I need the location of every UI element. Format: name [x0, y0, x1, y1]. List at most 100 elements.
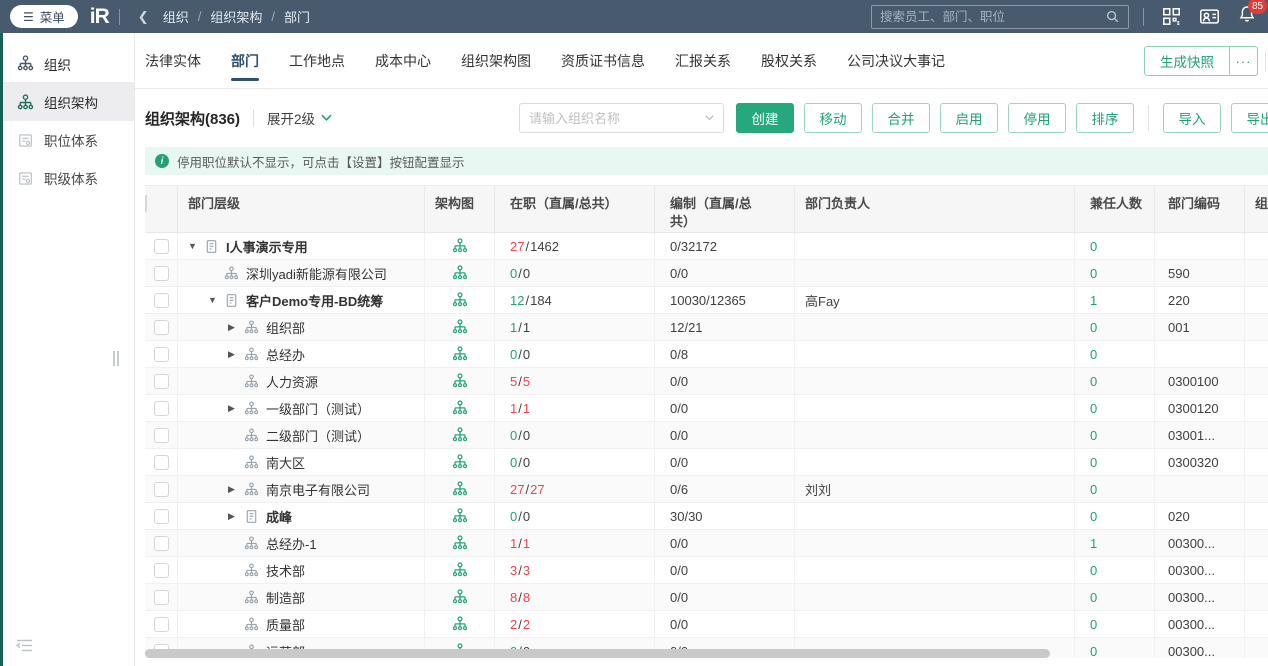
org-chart-icon[interactable] — [452, 481, 468, 497]
row-checkbox[interactable] — [153, 508, 169, 524]
row-checkbox[interactable] — [153, 346, 169, 362]
tab-label: 成本中心 — [375, 52, 431, 69]
breadcrumb: 组织 / 组织架构 / 部门 / — [163, 7, 310, 26]
row-checkbox[interactable] — [153, 481, 169, 497]
department-name[interactable]: 制造部 — [266, 588, 305, 607]
department-name[interactable]: 总经办-1 — [266, 534, 317, 553]
org-chart-icon[interactable] — [452, 562, 468, 578]
department-name[interactable]: 客户Demo专用-BD统筹 — [246, 291, 383, 310]
department-name[interactable]: 人力资源 — [266, 372, 318, 391]
tab-bar: 法律实体 部门 工作地点 成本中心 组织架构图 资质证书信息 汇报关系 股权关系… — [135, 33, 1268, 89]
tab[interactable]: 成本中心 — [375, 33, 431, 88]
expand-arrow-icon[interactable] — [188, 241, 204, 251]
global-search[interactable] — [871, 4, 1129, 29]
breadcrumb-item[interactable]: 组织 — [163, 7, 189, 26]
row-checkbox[interactable] — [153, 400, 169, 416]
tab[interactable]: 工作地点 — [289, 33, 345, 88]
row-checkbox[interactable] — [153, 292, 169, 308]
expand-arrow-icon[interactable] — [208, 295, 224, 305]
sidebar-resize-handle[interactable] — [113, 351, 120, 366]
toolbar-action-button[interactable]: 合并 — [872, 103, 930, 133]
row-checkbox[interactable] — [153, 319, 169, 335]
row-checkbox[interactable] — [153, 616, 169, 632]
row-checkbox[interactable] — [153, 454, 169, 470]
expand-arrow-icon[interactable] — [228, 322, 244, 333]
org-chart-icon[interactable] — [452, 535, 468, 551]
department-name[interactable]: 组织部 — [266, 318, 305, 337]
org-chart-icon[interactable] — [452, 454, 468, 470]
row-checkbox[interactable] — [153, 427, 169, 443]
generate-snapshot-button[interactable]: 生成快照 — [1145, 47, 1229, 75]
org-chart-icon[interactable] — [452, 292, 468, 308]
horizontal-scrollbar-thumb[interactable] — [145, 649, 1050, 658]
tab[interactable]: 公司决议大事记 — [847, 33, 945, 88]
global-search-input[interactable] — [880, 9, 1105, 24]
sidebar-collapse-icon[interactable] — [15, 639, 33, 657]
department-name[interactable]: 南京电子有限公司 — [266, 480, 370, 499]
row-checkbox[interactable] — [153, 373, 169, 389]
department-name[interactable]: 质量部 — [266, 615, 305, 634]
column-header: 编制（直属/总共） — [655, 186, 795, 232]
row-checkbox[interactable] — [153, 265, 169, 281]
import-export-button[interactable]: 导出 — [1231, 103, 1268, 133]
expand-arrow-icon[interactable] — [228, 484, 244, 495]
menu-button[interactable]: ☰ 菜单 — [10, 5, 78, 28]
org-chart-icon[interactable] — [452, 319, 468, 335]
row-checkbox[interactable] — [153, 535, 169, 551]
headcount-cell: 12/21 — [655, 314, 795, 340]
department-name[interactable]: 二级部门（测试） — [266, 426, 370, 445]
org-chart-icon[interactable] — [452, 589, 468, 605]
tab[interactable]: 股权关系 — [761, 33, 817, 88]
create-button[interactable]: 创建 — [736, 103, 794, 133]
department-name[interactable]: I人事演示专用 — [226, 237, 308, 256]
org-chart-icon[interactable] — [452, 400, 468, 416]
department-name[interactable]: 总经办 — [266, 345, 305, 364]
breadcrumb-item[interactable]: 组织架构 — [210, 7, 262, 26]
org-chart-icon[interactable] — [452, 508, 468, 524]
org-chart-icon[interactable] — [452, 373, 468, 389]
department-name[interactable]: 南大区 — [266, 453, 305, 472]
org-chart-icon[interactable] — [452, 238, 468, 254]
row-checkbox[interactable] — [153, 562, 169, 578]
row-checkbox[interactable] — [153, 238, 169, 254]
sidebar-item[interactable]: 职级体系 — [0, 159, 134, 197]
import-export-button[interactable]: 导入 — [1163, 103, 1221, 133]
department-name[interactable]: 成峰 — [266, 507, 292, 526]
back-chevron-icon[interactable]: ❮ — [138, 9, 149, 25]
contacts-icon[interactable] — [1199, 7, 1220, 26]
tab-label: 资质证书信息 — [561, 52, 645, 69]
tab[interactable]: 组织架构图 — [461, 33, 531, 88]
tab[interactable]: 资质证书信息 — [561, 33, 645, 88]
breadcrumb-item[interactable]: 部门 — [284, 7, 310, 26]
department-name[interactable]: 技术部 — [266, 561, 305, 580]
toolbar-action-button[interactable]: 移动 — [804, 103, 862, 133]
toolbar-action-button[interactable]: 排序 — [1076, 103, 1134, 133]
department-name[interactable]: 深圳yadi新能源有限公司 — [246, 264, 387, 283]
sidebar-item[interactable]: 职位体系 — [0, 121, 134, 159]
toolbar-action-button[interactable]: 启用 — [940, 103, 998, 133]
org-tree-title: 组织架构(836) — [145, 110, 241, 128]
row-checkbox[interactable] — [153, 589, 169, 605]
sidebar-item[interactable]: 组织 — [0, 45, 134, 83]
tab[interactable]: 法律实体 — [145, 33, 201, 88]
department-name[interactable]: 一级部门（测试） — [266, 399, 370, 418]
expand-arrow-icon[interactable] — [228, 511, 244, 522]
qrcode-icon[interactable] — [1162, 7, 1181, 26]
org-chart-icon[interactable] — [452, 346, 468, 362]
org-chart-icon[interactable] — [452, 616, 468, 632]
expand-arrow-icon[interactable] — [228, 349, 244, 360]
snapshot-more-button[interactable]: ··· — [1229, 47, 1257, 75]
expand-levels-dropdown[interactable]: 展开2级 — [267, 108, 332, 128]
select-all-checkbox[interactable] — [145, 195, 147, 212]
expand-arrow-icon[interactable] — [228, 403, 244, 414]
toolbar-action-button[interactable]: 停用 — [1008, 103, 1066, 133]
sidebar-item[interactable]: 组织架构 — [0, 83, 134, 121]
org-chart-icon[interactable] — [452, 265, 468, 281]
org-chart-icon[interactable] — [452, 427, 468, 443]
org-name-search[interactable] — [519, 103, 724, 133]
tab[interactable]: 汇报关系 — [675, 33, 731, 88]
tab[interactable]: 部门 — [231, 33, 259, 88]
dept-code-cell: 0300100 — [1155, 368, 1245, 394]
notifications-bell[interactable]: 85 — [1238, 0, 1267, 28]
org-name-input[interactable] — [529, 110, 705, 126]
